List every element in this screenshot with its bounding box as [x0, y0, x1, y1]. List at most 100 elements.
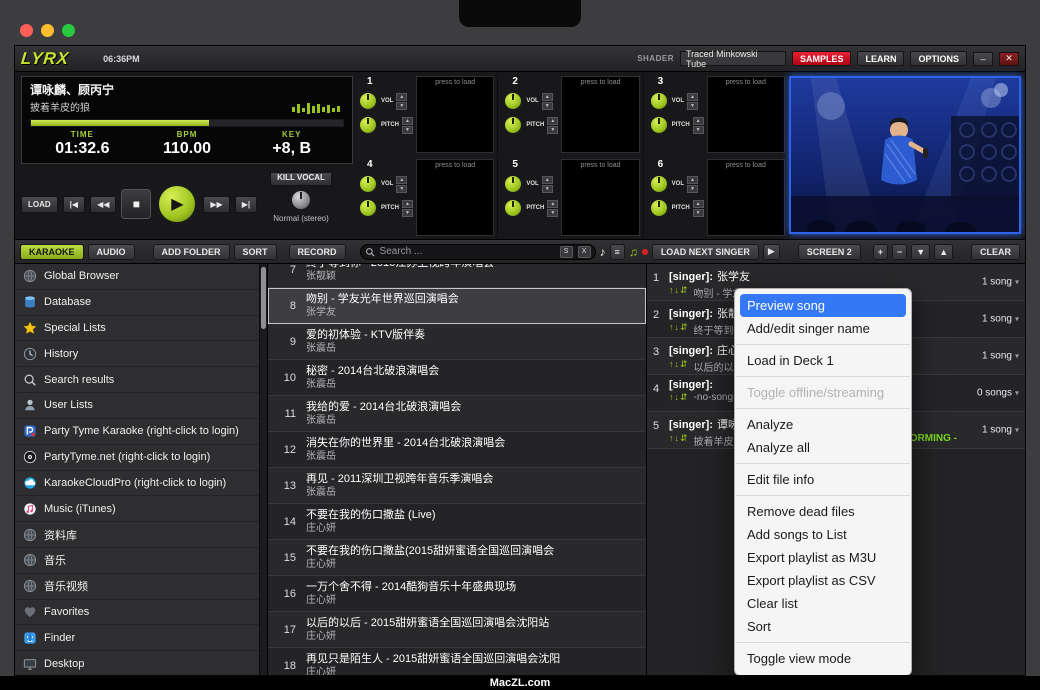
load-next-singer-button[interactable]: LOAD NEXT SINGER [652, 244, 759, 260]
zoom-in-button[interactable]: + [873, 244, 888, 260]
menu-item-export-playlist-csv[interactable]: Export playlist as CSV [735, 569, 911, 592]
reorder-icons[interactable]: ↑↓⇵ [669, 359, 689, 374]
pitch-down-button[interactable]: ▼ [402, 209, 413, 217]
vol-down-button[interactable]: ▼ [396, 102, 407, 110]
pitch-knob[interactable] [358, 115, 378, 135]
song-row[interactable]: 14不要在我的伤口撒盐 (Live)庄心妍 [268, 504, 646, 540]
vol-down-button[interactable]: ▼ [542, 102, 553, 110]
pitch-knob[interactable] [503, 198, 523, 218]
chevron-down-icon[interactable]: ▾ [1015, 352, 1019, 361]
search-input[interactable]: Search ... S X [360, 244, 596, 260]
menu-item-add-edit-singer-name[interactable]: Add/edit singer name [735, 317, 911, 340]
vol-down-button[interactable]: ▼ [396, 185, 407, 193]
play-button[interactable]: ▶ [156, 183, 198, 225]
minimize-window-button[interactable] [41, 24, 54, 37]
move-down-button[interactable]: ▼ [911, 244, 930, 260]
move-up-button[interactable]: ▲ [934, 244, 953, 260]
vol-up-button[interactable]: ▲ [396, 176, 407, 184]
fast-forward-button[interactable]: ▶▶ [203, 196, 229, 213]
tab-karaoke[interactable]: KARAOKE [20, 244, 84, 260]
sort-button[interactable]: SORT [234, 244, 277, 260]
slot-screen[interactable]: press to load [416, 159, 494, 236]
add-folder-button[interactable]: ADD FOLDER [153, 244, 230, 260]
song-row[interactable]: 17以后的以后 - 2015甜妍蜜语全国巡回演唱会沈阳站庄心妍 [268, 612, 646, 648]
music-note-icon[interactable]: ♪ [600, 245, 606, 259]
samples-button[interactable]: SAMPLES [792, 51, 852, 66]
reorder-icons[interactable]: ↑↓⇵ [669, 392, 689, 403]
song-row[interactable]: 13再见 - 2011深圳卫视跨年音乐季演唱会张震岳 [268, 468, 646, 504]
menu-item-clear-list[interactable]: Clear list [735, 592, 911, 615]
pitch-up-button[interactable]: ▲ [547, 117, 558, 125]
vol-up-button[interactable]: ▲ [687, 93, 698, 101]
menu-item-export-playlist-m3u[interactable]: Export playlist as M3U [735, 546, 911, 569]
menu-item-sort[interactable]: Sort [735, 615, 911, 638]
sidebar-item-karaokecloudpro[interactable]: KaraokeCloudPro (right-click to login) [15, 471, 259, 497]
slot-screen[interactable]: press to load [561, 159, 639, 236]
sidebar-item-user-lists[interactable]: User Lists [15, 393, 259, 419]
next-track-button[interactable]: ▶| [235, 196, 257, 213]
pitch-down-button[interactable]: ▼ [547, 209, 558, 217]
previous-track-button[interactable]: |◀ [63, 196, 85, 213]
sidebar-item-party-tyme-karaoke[interactable]: Party Tyme Karaoke (right-click to login… [15, 419, 259, 445]
slot-screen[interactable]: press to load [707, 159, 785, 236]
song-row[interactable]: 18再见只是陌生人 - 2015甜妍蜜语全国巡回演唱会沈阳庄心妍 [268, 648, 646, 676]
app-close-button[interactable]: ✕ [999, 52, 1019, 66]
chevron-down-icon[interactable]: ▾ [1015, 278, 1019, 287]
scrollbar-thumb[interactable] [261, 267, 266, 329]
sidebar-item-special-lists[interactable]: Special Lists [15, 316, 259, 342]
menu-item-remove-dead-files[interactable]: Remove dead files [735, 500, 911, 523]
pitch-down-button[interactable]: ▼ [547, 126, 558, 134]
reorder-icons[interactable]: ↑↓⇵ [669, 285, 689, 300]
search-settings-button[interactable]: S [560, 246, 573, 258]
pitch-up-button[interactable]: ▲ [547, 200, 558, 208]
screen2-button[interactable]: SCREEN 2 [798, 244, 861, 260]
sampler-slot-2[interactable]: 2 VOL▲▼ PITCH▲▼ press to load [500, 74, 643, 155]
volume-knob[interactable] [649, 174, 669, 194]
sidebar-item-partytyme-net[interactable]: PartyTyme.net (right-click to login) [15, 445, 259, 471]
reorder-icons[interactable]: ↑↓⇵ [669, 322, 689, 337]
sidebar-item-desktop[interactable]: Desktop [15, 651, 259, 676]
sidebar-item-history[interactable]: History [15, 341, 259, 367]
song-row[interactable]: 10秘密 - 2014台北破浪演唱会张震岳 [268, 360, 646, 396]
slot-screen[interactable]: press to load [561, 76, 639, 153]
vol-up-button[interactable]: ▲ [542, 176, 553, 184]
search-clear-button[interactable]: X [578, 246, 591, 258]
sidebar-item-library-zh[interactable]: 资料库 [15, 522, 259, 548]
reorder-icons[interactable]: ↑↓⇵ [669, 433, 689, 448]
options-button[interactable]: OPTIONS [910, 51, 967, 66]
pitch-knob[interactable] [649, 198, 669, 218]
track-progress-bar[interactable] [30, 119, 344, 127]
vol-down-button[interactable]: ▼ [542, 185, 553, 193]
vol-up-button[interactable]: ▲ [542, 93, 553, 101]
sidebar-item-global-browser[interactable]: Global Browser [15, 264, 259, 290]
zoom-out-button[interactable]: − [892, 244, 907, 260]
song-row[interactable]: 11我给的爱 - 2014台北破浪演唱会张震岳 [268, 396, 646, 432]
volume-knob[interactable] [358, 174, 378, 194]
sidebar-item-music-video-zh[interactable]: 音乐视频 [15, 574, 259, 600]
sampler-slot-6[interactable]: 6 VOL▲▼ PITCH▲▼ press to load [646, 157, 789, 238]
volume-knob[interactable] [503, 91, 523, 111]
menu-item-load-in-deck-1[interactable]: Load in Deck 1 [735, 349, 911, 372]
song-row[interactable]: 16一万个舍不得 - 2014酷狗音乐十年盛典现场庄心妍 [268, 576, 646, 612]
slot-screen[interactable]: press to load [707, 76, 785, 153]
volume-knob[interactable] [503, 174, 523, 194]
vol-up-button[interactable]: ▲ [396, 93, 407, 101]
pitch-up-button[interactable]: ▲ [693, 200, 704, 208]
pitch-knob[interactable] [503, 115, 523, 135]
sampler-slot-4[interactable]: 4 VOL▲▼ PITCH▲▼ press to load [355, 157, 498, 238]
record-button[interactable]: RECORD [289, 244, 346, 260]
pitch-down-button[interactable]: ▼ [693, 209, 704, 217]
app-minimize-button[interactable]: – [973, 52, 993, 66]
song-row[interactable]: 9爱的初体验 - KTV版伴奏张震岳 [268, 324, 646, 360]
pitch-down-button[interactable]: ▼ [402, 126, 413, 134]
pitch-up-button[interactable]: ▲ [402, 200, 413, 208]
view-list-button[interactable]: ≡ [610, 244, 625, 260]
menu-item-analyze[interactable]: Analyze [735, 413, 911, 436]
tab-audio[interactable]: AUDIO [88, 244, 135, 260]
mix-mode-knob[interactable] [290, 189, 312, 211]
menu-item-toggle-view-mode[interactable]: Toggle view mode [735, 647, 911, 670]
shader-select[interactable]: Traced Minkowski Tube [680, 51, 786, 66]
sidebar-item-music-zh[interactable]: 音乐 [15, 548, 259, 574]
song-row-selected[interactable]: 8吻别 - 学友光年世界巡回演唱会张学友 [268, 288, 646, 324]
chevron-down-icon[interactable]: ▾ [1015, 389, 1019, 398]
